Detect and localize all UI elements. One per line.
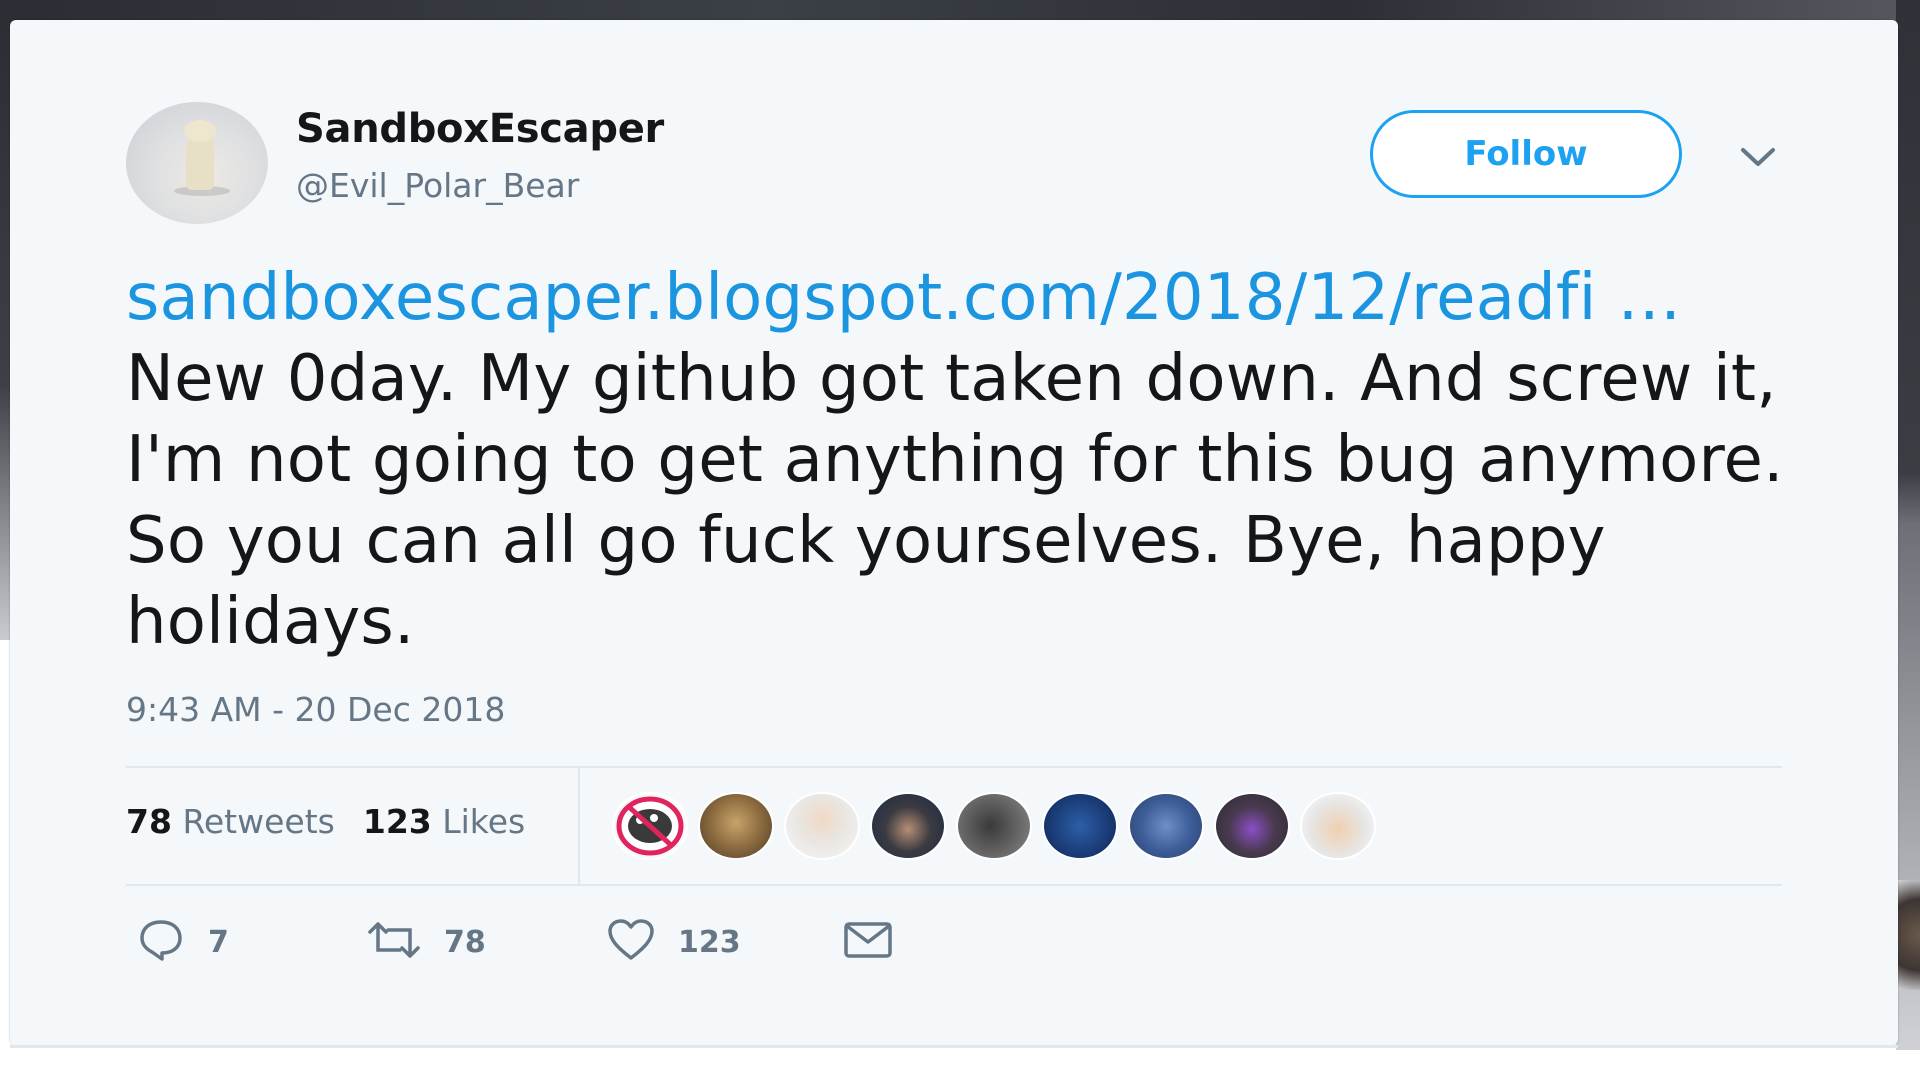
bear-head: [184, 120, 216, 142]
tweet-text: sandboxescaper.blogspot.com/2018/12/read…: [126, 258, 1786, 663]
display-name[interactable]: SandboxEscaper: [296, 106, 664, 152]
like-count: 123: [678, 924, 741, 960]
tweet-stats: 78 Retweets 123 Likes: [126, 802, 553, 841]
background-photo-edge: [1898, 880, 1920, 990]
no-bug-avatar[interactable]: [614, 794, 686, 858]
likes-stat[interactable]: 123 Likes: [363, 802, 525, 841]
polar-bear-avatar[interactable]: [126, 102, 268, 224]
like-button[interactable]: 123: [606, 918, 741, 966]
follow-button[interactable]: Follow: [1370, 110, 1682, 198]
blog-link[interactable]: sandboxescaper.blogspot.com/2018/12/read…: [126, 261, 1681, 335]
bald-man-avatar[interactable]: [786, 794, 858, 858]
direct-message-button[interactable]: [842, 918, 894, 966]
man-grey-avatar[interactable]: [958, 794, 1030, 858]
man-dark-hair-avatar[interactable]: [872, 794, 944, 858]
retweet-count: 78: [444, 924, 486, 960]
man-blue-avatar[interactable]: [1044, 794, 1116, 858]
cartoon-man-avatar[interactable]: [1302, 794, 1374, 858]
reply-icon: [136, 918, 186, 966]
retweet-button[interactable]: 78: [366, 918, 486, 966]
divider-top: [126, 766, 1782, 768]
envelope-icon: [842, 918, 894, 966]
retweet-icon: [366, 918, 422, 966]
reply-count: 7: [208, 924, 229, 960]
retweets-label: Retweets: [182, 802, 335, 841]
chevron-down-icon[interactable]: [1738, 140, 1778, 176]
group-blue-avatar[interactable]: [1130, 794, 1202, 858]
user-handle[interactable]: @Evil_Polar_Bear: [296, 166, 579, 205]
likes-label: Likes: [442, 802, 526, 841]
tweet-body: New 0day. My github got taken down. And …: [126, 342, 1784, 659]
screenshot-frame: SandboxEscaper @Evil_Polar_Bear Follow s…: [0, 0, 1920, 1080]
divider-bottom: [126, 884, 1782, 886]
man-purple-glasses-avatar[interactable]: [1216, 794, 1288, 858]
retweets-count: 78: [126, 802, 172, 841]
retweets-stat[interactable]: 78 Retweets: [126, 802, 335, 841]
tweet-timestamp[interactable]: 9:43 AM - 20 Dec 2018: [126, 690, 505, 729]
group-photo-avatar[interactable]: [700, 794, 772, 858]
reply-button[interactable]: 7: [136, 918, 229, 966]
likes-count: 123: [362, 802, 432, 841]
card-bottom-border: [10, 1045, 1898, 1048]
heart-icon: [606, 918, 656, 966]
stats-separator: [578, 768, 580, 886]
